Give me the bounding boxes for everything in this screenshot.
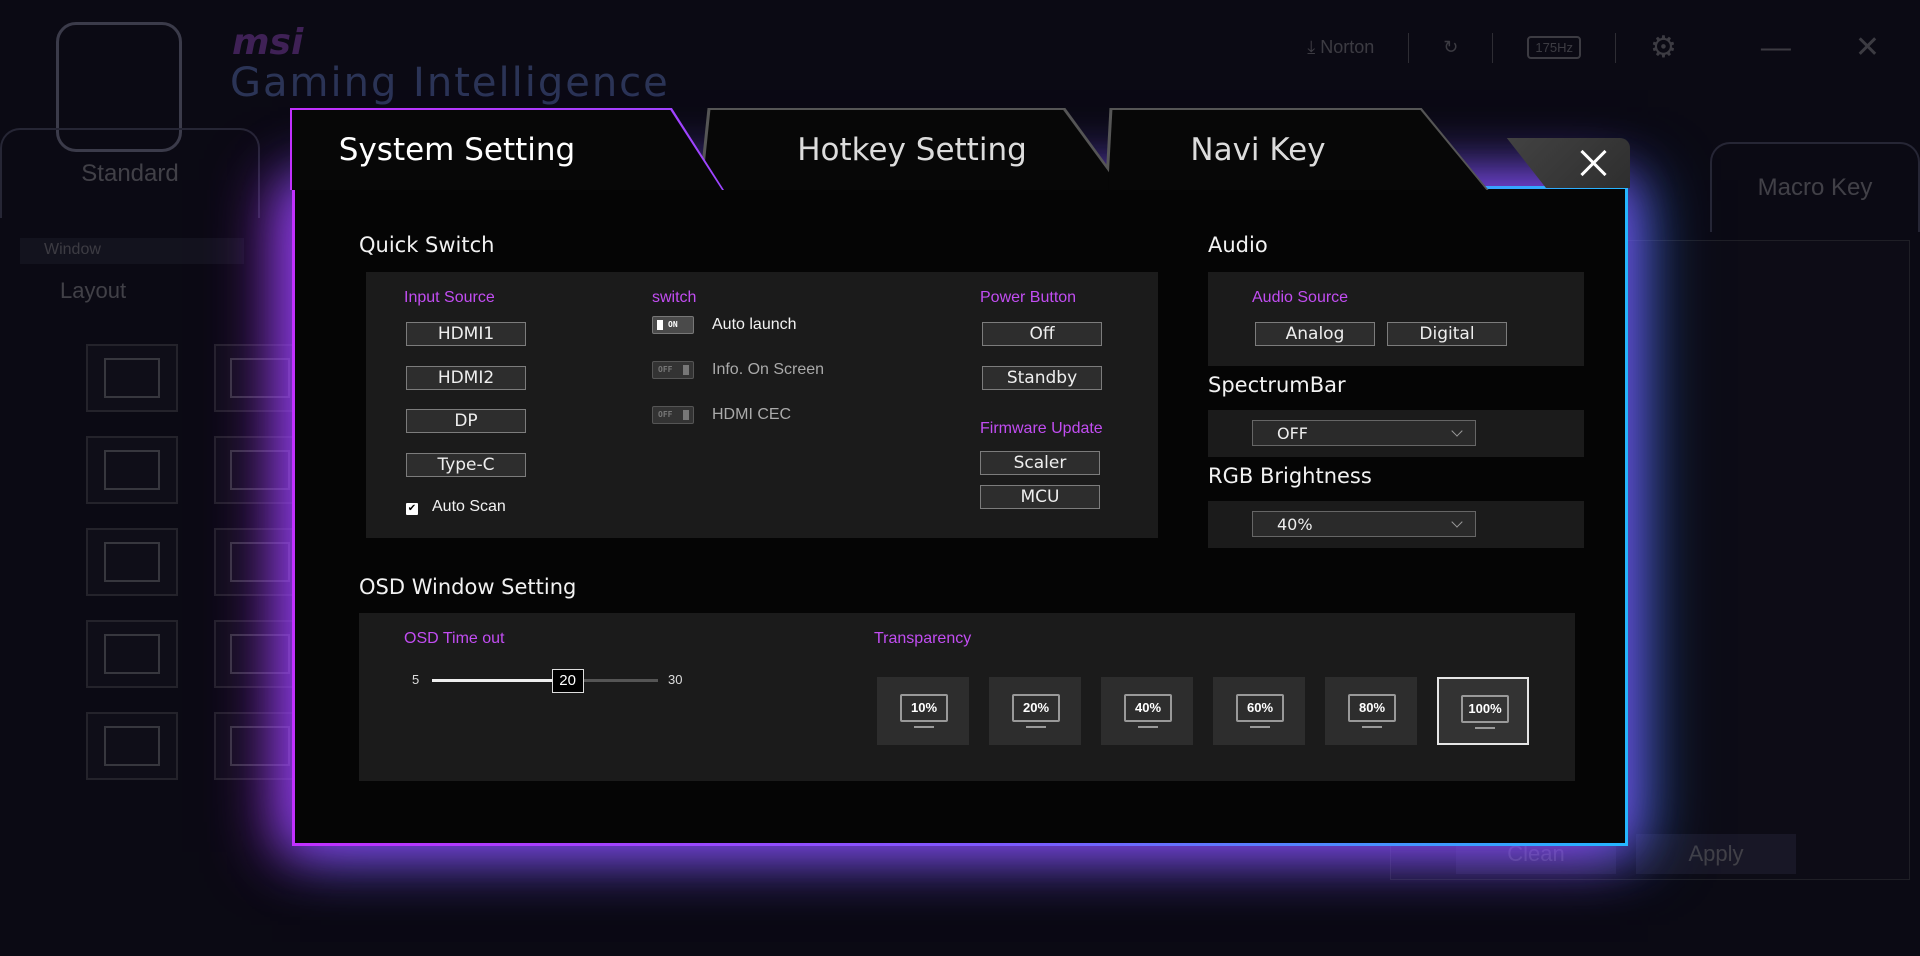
- monitor-stand-icon: [1362, 726, 1382, 728]
- osd-timeout-slider-fill: [432, 679, 568, 682]
- layout-thumb[interactable]: [86, 528, 178, 596]
- input-dp-button[interactable]: DP: [406, 409, 526, 433]
- input-hdmi1-button[interactable]: HDMI1: [406, 322, 526, 346]
- tab-hotkey-setting[interactable]: Hotkey Setting: [702, 110, 1122, 190]
- brand-subtitle: Gaming Intelligence: [230, 60, 670, 106]
- tab-macro-key[interactable]: Macro Key: [1710, 142, 1920, 232]
- close-icon[interactable]: [1578, 148, 1608, 178]
- firmware-scaler-button[interactable]: Scaler: [980, 451, 1100, 475]
- minimize-icon[interactable]: —: [1761, 31, 1791, 65]
- toggle-row-info-on-screen: OFF Info. On Screen: [652, 361, 824, 379]
- separator: [1492, 32, 1494, 63]
- firmware-mcu-button[interactable]: MCU: [980, 485, 1100, 509]
- power-button-label: Power Button: [980, 289, 1077, 306]
- layout-thumb[interactable]: [86, 712, 178, 780]
- toggle-row-hdmi-cec: OFF HDMI CEC: [652, 406, 791, 424]
- auto-scan-checkbox[interactable]: ✔: [406, 503, 418, 515]
- transparency-option[interactable]: 80%: [1325, 677, 1417, 745]
- audio-panel: [1208, 272, 1584, 366]
- tab-system-setting[interactable]: System Setting: [292, 110, 722, 190]
- input-typec-button[interactable]: Type-C: [406, 453, 526, 477]
- monitor-icon: 80%: [1348, 694, 1396, 722]
- transparency-option[interactable]: 10%: [877, 677, 969, 745]
- norton-link[interactable]: ⤓ Norton: [1307, 37, 1374, 58]
- close-app-icon[interactable]: ✕: [1855, 30, 1880, 65]
- power-off-button[interactable]: Off: [982, 322, 1102, 346]
- power-standby-button[interactable]: Standby: [982, 366, 1102, 390]
- hdmi-cec-toggle[interactable]: OFF: [652, 406, 694, 424]
- monitor-icon: 40%: [1124, 694, 1172, 722]
- chevron-down-icon: [1451, 516, 1463, 528]
- monitor-stand-icon: [1475, 727, 1495, 729]
- rgb-brightness-value: 40%: [1277, 515, 1313, 534]
- transparency-option[interactable]: 100%: [1437, 677, 1529, 745]
- slider-min-label: 5: [412, 672, 420, 687]
- transparency-label: Transparency: [874, 630, 972, 647]
- transparency-option[interactable]: 40%: [1101, 677, 1193, 745]
- info-on-screen-toggle[interactable]: OFF: [652, 361, 694, 379]
- monitor-icon: 100%: [1461, 695, 1509, 723]
- hdmi-cec-label: HDMI CEC: [712, 406, 792, 423]
- auto-scan-label: Auto Scan: [432, 498, 506, 515]
- brand-logo: msi: [232, 22, 304, 63]
- toggle-row-auto-launch: ON Auto launch: [652, 316, 797, 334]
- apply-button[interactable]: Apply: [1636, 834, 1796, 874]
- info-on-screen-label: Info. On Screen: [712, 361, 825, 378]
- audio-title: Audio: [1208, 233, 1268, 257]
- monitor-icon: 20%: [1012, 694, 1060, 722]
- window-label: Window: [20, 238, 244, 264]
- gear-icon[interactable]: ⚙: [1650, 30, 1677, 65]
- chevron-down-icon: [1451, 425, 1463, 437]
- auto-launch-label: Auto launch: [712, 316, 797, 333]
- slider-max-label: 30: [668, 672, 683, 687]
- transparency-option[interactable]: 60%: [1213, 677, 1305, 745]
- monitor-stand-icon: [1026, 726, 1046, 728]
- tab-standard[interactable]: Standard: [0, 128, 260, 218]
- osd-timeout-label: OSD Time out: [404, 630, 505, 647]
- layout-label: Layout: [60, 278, 127, 303]
- transparency-option[interactable]: 20%: [989, 677, 1081, 745]
- switch-label: switch: [652, 289, 697, 306]
- audio-digital-button[interactable]: Digital: [1387, 322, 1507, 346]
- input-source-label: Input Source: [404, 289, 495, 306]
- refresh-icon[interactable]: ↻: [1443, 37, 1458, 58]
- layout-thumb[interactable]: [86, 344, 178, 412]
- layout-thumb[interactable]: [86, 620, 178, 688]
- audio-source-label: Audio Source: [1252, 289, 1349, 306]
- monitor-icon: 10%: [900, 694, 948, 722]
- rgb-brightness-title: RGB Brightness: [1208, 464, 1372, 488]
- spectrumbar-select[interactable]: OFF: [1252, 420, 1476, 446]
- download-icon: ⤓: [1307, 37, 1316, 57]
- spectrumbar-value: OFF: [1277, 424, 1308, 443]
- separator: [1614, 32, 1616, 63]
- monitor-stand-icon: [1138, 726, 1158, 728]
- monitor-stand-icon: [1250, 726, 1270, 728]
- monitor-icon: 60%: [1236, 694, 1284, 722]
- osd-timeout-slider-thumb[interactable]: 20: [551, 669, 584, 693]
- auto-launch-toggle[interactable]: ON: [652, 316, 694, 334]
- rgb-brightness-select[interactable]: 40%: [1252, 511, 1476, 537]
- monitor-stand-icon: [914, 726, 934, 728]
- refresh-rate-badge: 175Hz: [1527, 36, 1581, 59]
- firmware-update-label: Firmware Update: [980, 420, 1103, 437]
- layout-thumb[interactable]: [86, 436, 178, 504]
- spectrumbar-title: SpectrumBar: [1208, 373, 1346, 397]
- quick-switch-title: Quick Switch: [359, 233, 495, 257]
- osd-window-setting-title: OSD Window Setting: [359, 575, 577, 599]
- top-toolbar: ⤓ Norton ↻ 175Hz ⚙ — ✕: [1307, 30, 1880, 65]
- audio-analog-button[interactable]: Analog: [1255, 322, 1375, 346]
- input-hdmi2-button[interactable]: HDMI2: [406, 366, 526, 390]
- osd-timeout-slider-track[interactable]: [432, 679, 658, 682]
- separator: [1408, 32, 1410, 63]
